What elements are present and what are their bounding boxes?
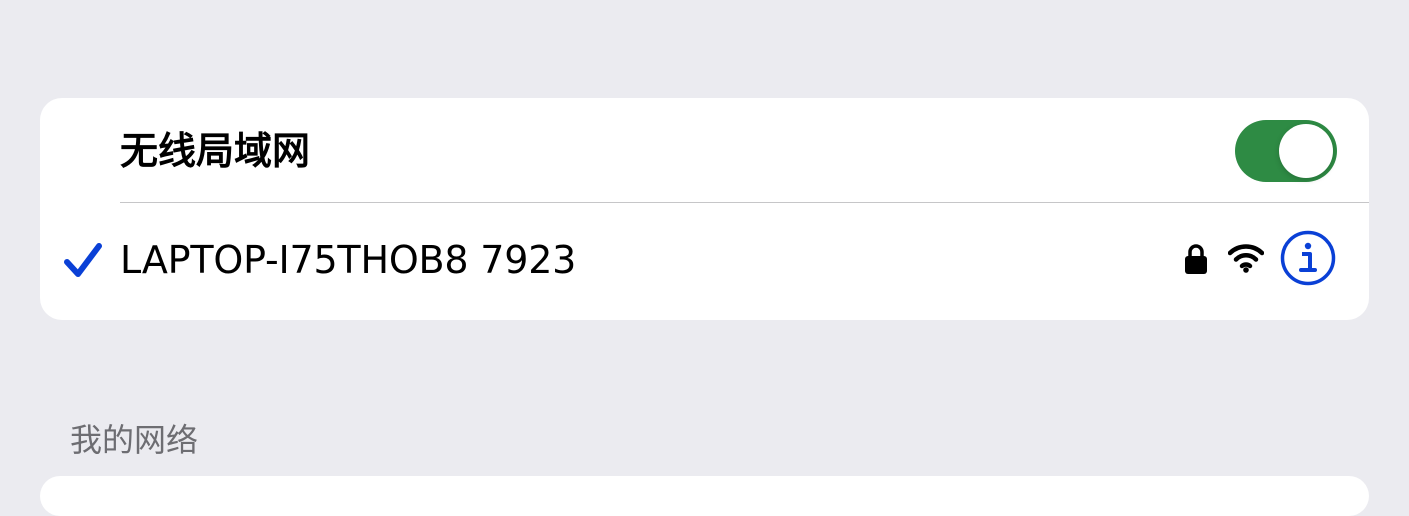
checkmark-icon <box>64 243 102 277</box>
network-name: LAPTOP-I75THOB8 7923 <box>120 238 577 282</box>
my-networks-header: 我的网络 <box>70 421 199 459</box>
info-icon[interactable] <box>1280 230 1336 286</box>
wifi-toggle-row: 无线局域网 <box>40 98 1369 202</box>
toggle-knob <box>1279 124 1333 178</box>
wifi-settings-card: 无线局域网 LAPTOP-I75THOB8 7923 <box>40 98 1369 320</box>
current-network-row[interactable]: LAPTOP-I75THOB8 7923 <box>40 203 1369 320</box>
lock-icon <box>1185 244 1207 274</box>
wifi-toggle[interactable] <box>1235 120 1337 182</box>
my-networks-card <box>40 476 1369 516</box>
wifi-label: 无线局域网 <box>120 129 311 173</box>
wifi-signal-icon <box>1228 244 1264 273</box>
